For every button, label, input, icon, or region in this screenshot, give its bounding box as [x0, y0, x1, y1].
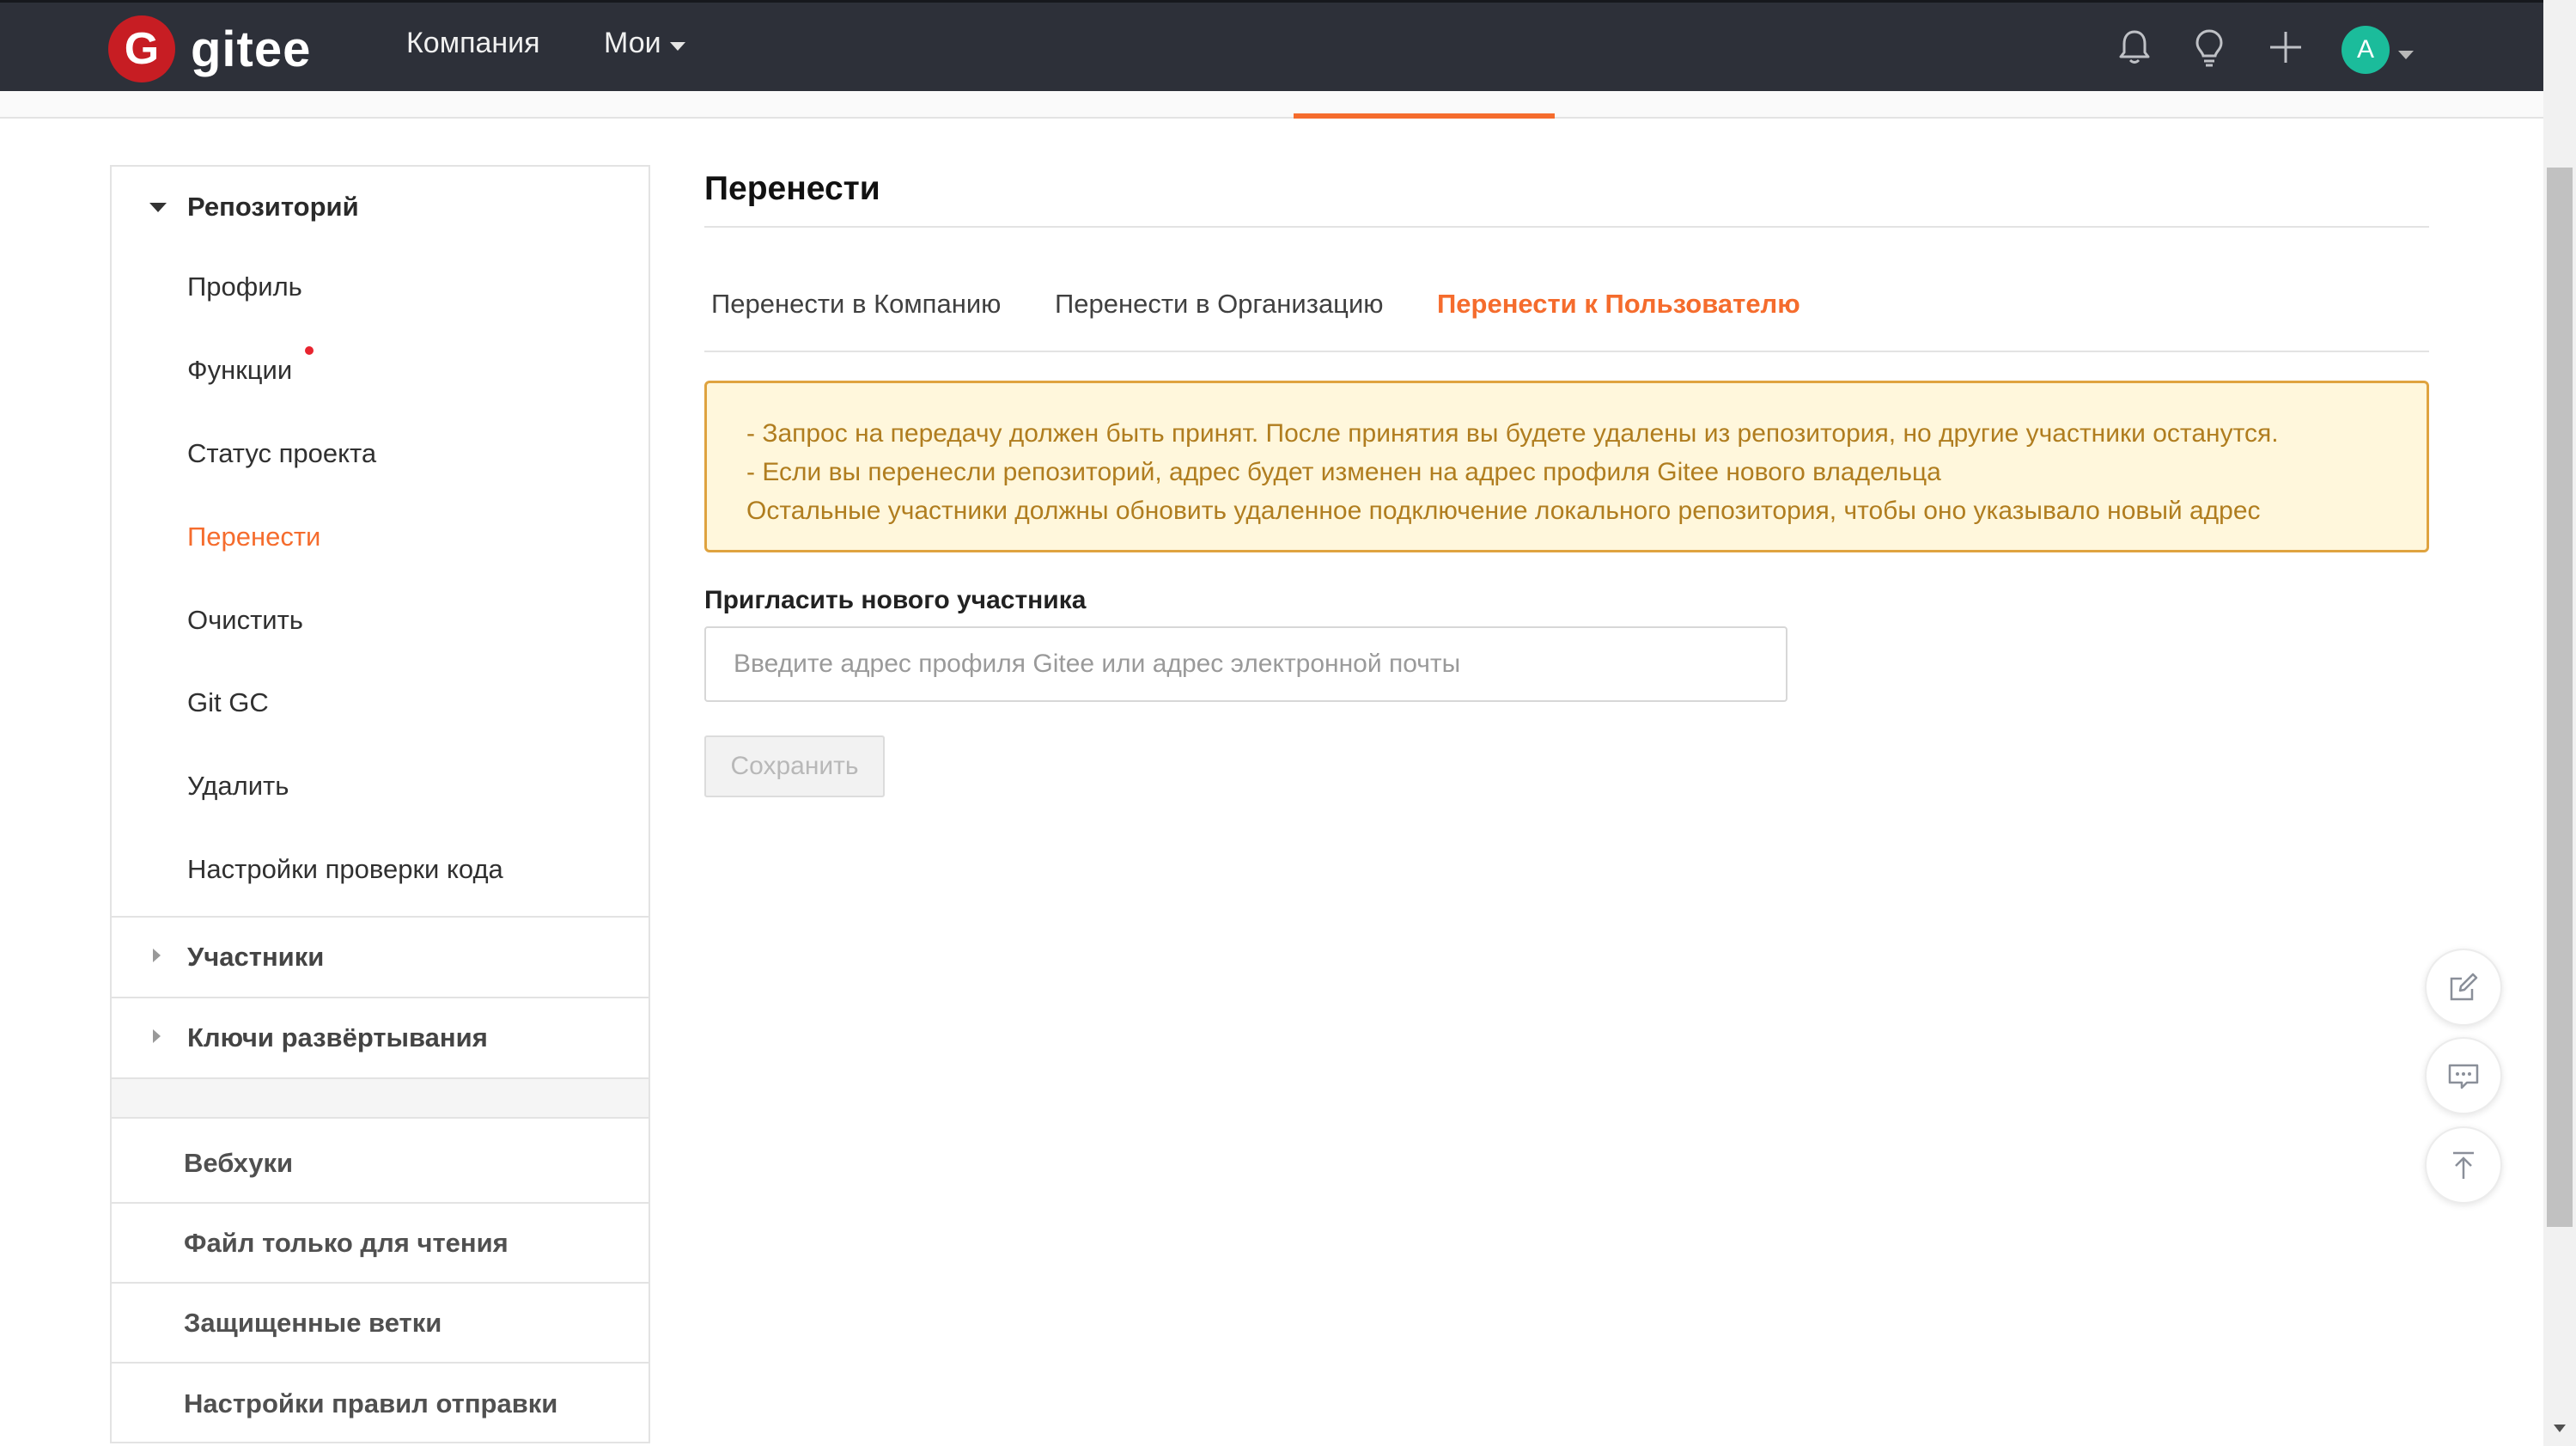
notice-line: - Если вы перенесли репозиторий, адрес б…	[746, 458, 1941, 486]
active-repo-tab-indicator	[1294, 113, 1555, 119]
sidebar-section-label: Репозиторий	[187, 192, 359, 222]
gitee-logo[interactable]: G gitee	[108, 15, 312, 82]
sidebar-section-deploy-keys[interactable]: Ключи развёртывания	[112, 998, 649, 1077]
lightbulb-icon[interactable]	[2189, 27, 2230, 68]
notification-dot	[305, 346, 314, 355]
chat-icon	[2448, 1064, 2479, 1089]
sidebar-item-code-review-settings[interactable]: Настройки проверки кода	[187, 854, 503, 885]
tab-transfer-to-user[interactable]: Перенести к Пользователю	[1437, 289, 1800, 320]
top-navbar: G gitee Компания Мои A	[0, 0, 2543, 91]
gitee-logo-text: gitee	[191, 21, 312, 77]
sidebar-divider	[112, 1202, 649, 1204]
sidebar-section-members[interactable]: Участники	[112, 918, 649, 997]
user-avatar[interactable]: A	[2342, 26, 2390, 74]
notice-line: - Запрос на передачу должен быть принят.…	[746, 419, 2279, 448]
invite-member-label: Пригласить нового участника	[704, 586, 1087, 614]
repo-tab-strip	[0, 91, 2543, 119]
nav-mine-dropdown[interactable]: Мои	[604, 27, 685, 60]
sidebar-section-repository[interactable]: Репозиторий	[112, 167, 649, 247]
nav-company-link[interactable]: Компания	[406, 27, 540, 60]
edit-icon	[2450, 973, 2478, 1001]
caret-right-icon	[153, 949, 161, 962]
notice-line: Остальные участники должны обновить удал…	[746, 497, 2261, 525]
gitee-logo-icon: G	[108, 15, 175, 82]
edit-float-button[interactable]	[2425, 949, 2502, 1026]
tabs-divider	[704, 351, 2429, 352]
sidebar-section-label: Участники	[187, 942, 325, 972]
avatar-chevron-down-icon[interactable]	[2398, 51, 2414, 59]
tab-transfer-to-company[interactable]: Перенести в Компанию	[711, 289, 1001, 320]
sidebar-item-delete[interactable]: Удалить	[187, 771, 289, 802]
page-scrollbar[interactable]	[2543, 0, 2576, 1446]
chat-float-button[interactable]	[2425, 1037, 2502, 1114]
caret-down-icon	[149, 202, 167, 212]
sidebar-spacer	[112, 1077, 649, 1119]
plus-icon[interactable]	[2265, 27, 2306, 68]
sidebar-item-profile[interactable]: Профиль	[187, 272, 302, 302]
sidebar-item-git-gc[interactable]: Git GC	[187, 687, 269, 718]
settings-sidebar: Репозиторий Профиль Функции Статус проек…	[110, 165, 650, 1443]
bell-icon[interactable]	[2114, 27, 2155, 68]
title-divider	[704, 226, 2429, 228]
back-to-top-float-button[interactable]	[2425, 1126, 2502, 1204]
back-to-top-icon	[2453, 1151, 2474, 1179]
sidebar-item-clean[interactable]: Очистить	[187, 605, 303, 636]
sidebar-divider	[112, 1362, 649, 1364]
save-button[interactable]: Сохранить	[704, 735, 885, 797]
nav-mine-label: Мои	[604, 27, 661, 59]
sidebar-divider	[112, 1282, 649, 1284]
page-title: Перенести	[704, 170, 880, 207]
sidebar-link-webhooks[interactable]: Вебхуки	[184, 1148, 293, 1179]
sidebar-item-transfer[interactable]: Перенести	[187, 522, 320, 552]
transfer-notice: - Запрос на передачу должен быть принят.…	[704, 381, 2429, 552]
sidebar-item-project-status[interactable]: Статус проекта	[187, 438, 376, 469]
sidebar-link-push-rules[interactable]: Настройки правил отправки	[184, 1388, 557, 1419]
sidebar-link-protected-branches[interactable]: Защищенные ветки	[184, 1308, 442, 1339]
scroll-down-arrow-icon[interactable]	[2554, 1425, 2566, 1432]
sidebar-section-label: Ключи развёртывания	[187, 1022, 488, 1052]
tab-transfer-to-organization[interactable]: Перенести в Организацию	[1055, 289, 1384, 320]
invite-member-input[interactable]	[704, 626, 1787, 702]
sidebar-item-features[interactable]: Функции	[187, 355, 292, 386]
sidebar-link-readonly-file[interactable]: Файл только для чтения	[184, 1228, 509, 1259]
scrollbar-thumb[interactable]	[2547, 168, 2573, 1227]
page: G gitee Компания Мои A Репозиторий Профи…	[0, 0, 2576, 1446]
chevron-down-icon	[669, 41, 685, 51]
caret-right-icon	[153, 1029, 161, 1043]
